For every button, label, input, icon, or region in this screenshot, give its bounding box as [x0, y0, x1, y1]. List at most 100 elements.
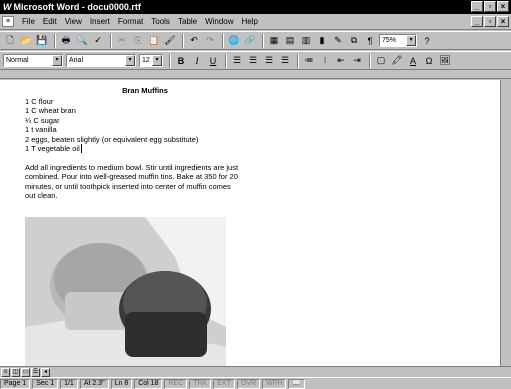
numbering-icon[interactable]: ≔ [302, 54, 316, 68]
align-right-icon[interactable]: ☰ [262, 54, 276, 68]
increase-indent-icon[interactable]: ⇥ [350, 54, 364, 68]
chevron-down-icon: ▾ [52, 55, 62, 66]
drawing-icon[interactable]: ✎ [331, 34, 345, 48]
style-select[interactable]: Normal ▾ [3, 54, 63, 67]
separator [369, 53, 371, 68]
underline-icon[interactable]: U [206, 54, 220, 68]
align-center-icon[interactable]: ☰ [246, 54, 260, 68]
instructions-paragraph: Add all ingredients to medium bowl. Stir… [25, 162, 239, 201]
recipe-title: Bran Muffins [122, 86, 168, 95]
save-icon[interactable]: 💾 [35, 34, 49, 48]
print-icon[interactable]: 🖶 [59, 34, 73, 48]
menu-format[interactable]: Format [118, 17, 143, 26]
menu-window[interactable]: Window [205, 17, 233, 26]
status-section: Sec 1 [32, 378, 59, 389]
bullets-icon[interactable]: ⁝ [318, 54, 332, 68]
status-ext[interactable]: EXT [213, 378, 235, 389]
redo-icon[interactable]: ↷ [203, 34, 217, 48]
insert-picture-icon[interactable]: 🖼 [438, 54, 452, 68]
ingredient-line: ¼ C sugar [25, 115, 60, 125]
format-painter-icon[interactable]: 🖌 [163, 34, 177, 48]
normal-view-icon[interactable]: ≡ [1, 367, 10, 377]
help-icon[interactable]: ? [420, 34, 434, 48]
web-toolbar-icon[interactable]: 🌐 [227, 34, 241, 48]
zoom-select[interactable]: 75% ▾ [379, 34, 417, 47]
menu-bar: ≡ File Edit View Insert Format Tools Tab… [0, 14, 511, 30]
outline-view-icon[interactable]: ☰ [31, 367, 40, 377]
paste-icon[interactable]: 📋 [147, 34, 161, 48]
chevron-down-icon: ▾ [152, 55, 162, 66]
menu-table[interactable]: Table [178, 17, 197, 26]
show-hide-icon[interactable]: ¶ [363, 34, 377, 48]
scroll-left-icon[interactable]: ◂ [41, 367, 50, 377]
doc-restore-button[interactable]: ▫ [484, 16, 496, 27]
decrease-indent-icon[interactable]: ⇤ [334, 54, 348, 68]
separator [110, 33, 112, 48]
align-left-icon[interactable]: ☰ [230, 54, 244, 68]
undo-icon[interactable]: ↶ [187, 34, 201, 48]
status-trk[interactable]: TRK [189, 378, 212, 389]
separator [297, 53, 299, 68]
spelling-icon[interactable]: ✓ [91, 34, 105, 48]
bold-icon[interactable]: B [174, 54, 188, 68]
zoom-value: 75% [382, 37, 397, 44]
separator [54, 33, 56, 48]
insert-excel-icon[interactable]: ▥ [299, 34, 313, 48]
minimize-button[interactable]: _ [471, 1, 483, 12]
chevron-down-icon: ▾ [125, 55, 135, 66]
muffins-photo[interactable] [25, 217, 226, 367]
ingredient-line: 1 t vanilla [25, 125, 57, 134]
separator [225, 53, 227, 68]
menu-view[interactable]: View [65, 17, 82, 26]
horizontal-scrollbar[interactable]: ≡ ◫ ▭ ☰ ◂ [0, 366, 511, 377]
status-bar: Page 1 Sec 1 1/1 At 2.3" Ln 8 Col 18 REC… [0, 377, 511, 389]
italic-icon[interactable]: I [190, 54, 204, 68]
insert-table-icon[interactable]: ▤ [283, 34, 297, 48]
tables-borders-icon[interactable]: ▦ [267, 34, 281, 48]
cut-icon[interactable]: ✂ [115, 34, 129, 48]
justify-icon[interactable]: ☰ [278, 54, 292, 68]
ingredient-line: 2 eggs, beaten slightly (or equivalent e… [25, 134, 199, 144]
status-line: Ln 8 [110, 378, 133, 389]
open-icon[interactable]: 📂 [19, 34, 33, 48]
new-document-icon[interactable]: 🗋 [3, 34, 17, 48]
font-size-select[interactable]: 12 ▾ [139, 54, 163, 67]
vertical-scrollbar[interactable] [500, 80, 511, 366]
highlight-icon[interactable]: 🖍 [390, 54, 404, 68]
symbol-omega-icon[interactable]: Ω [422, 54, 436, 68]
columns-icon[interactable]: ▮ [315, 34, 329, 48]
hyperlink-icon[interactable]: 🔗 [243, 34, 257, 48]
menu-help[interactable]: Help [242, 17, 258, 26]
menu-edit[interactable]: Edit [43, 17, 57, 26]
web-layout-view-icon[interactable]: ◫ [11, 367, 20, 377]
word-logo-icon: W [3, 2, 12, 12]
document-map-icon[interactable]: ⧉ [347, 34, 361, 48]
separator [169, 53, 171, 68]
menu-file[interactable]: File [22, 17, 35, 26]
text-cursor [80, 144, 82, 153]
status-at: At 2.3" [79, 378, 109, 389]
close-button[interactable]: × [497, 1, 509, 12]
border-icon[interactable]: ▢ [374, 54, 388, 68]
status-ovr[interactable]: OVR [236, 378, 261, 389]
ingredient-line: 1 C wheat bran [25, 106, 76, 115]
chevron-down-icon: ▾ [406, 35, 416, 46]
menu-insert[interactable]: Insert [90, 17, 110, 26]
print-layout-view-icon[interactable]: ▭ [21, 367, 30, 377]
menu-tools[interactable]: Tools [151, 17, 170, 26]
doc-close-button[interactable]: × [497, 16, 509, 27]
restore-button[interactable]: ▫ [484, 1, 496, 12]
status-wph[interactable]: WPH [262, 378, 287, 389]
font-color-icon[interactable]: A [406, 54, 420, 68]
doc-minimize-button[interactable]: _ [471, 16, 483, 27]
spelling-status-icon[interactable]: 📖 [288, 378, 306, 389]
standard-toolbar: 🗋 📂 💾 🖶 🔍 ✓ ✂ ⎘ 📋 🖌 ↶ ↷ 🌐 🔗 ▦ ▤ ▥ ▮ ✎ ⧉ … [0, 31, 511, 50]
document-page[interactable]: Bran Muffins 1 C flour 1 C wheat bran ¼ … [25, 86, 265, 201]
style-value: Normal [6, 57, 29, 64]
status-rec[interactable]: REC [164, 378, 188, 389]
font-select[interactable]: Arial ▾ [66, 54, 136, 67]
copy-icon[interactable]: ⎘ [131, 34, 145, 48]
print-preview-icon[interactable]: 🔍 [75, 34, 89, 48]
document-icon[interactable]: ≡ [2, 16, 14, 27]
font-value: Arial [69, 57, 84, 64]
